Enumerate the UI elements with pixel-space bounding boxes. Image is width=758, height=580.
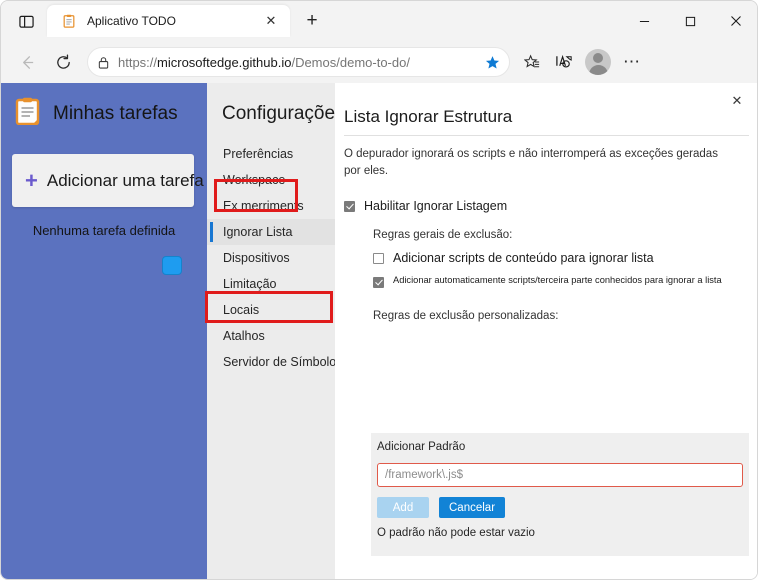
settings-title: Configurações (222, 103, 345, 124)
reload-icon[interactable] (47, 46, 79, 78)
sidebar-item-label: Ignorar Lista (223, 225, 293, 239)
sidebar-item-servidor-de-simbolos[interactable]: Servidor de Símbolos (207, 349, 343, 375)
pattern-input[interactable]: /framework\.js$ (377, 463, 743, 487)
ellipsis-icon[interactable]: ⋯ (616, 46, 648, 78)
sidebar-item-workspace[interactable]: Workspace (207, 167, 335, 193)
toolbar-actions: ⋯ (516, 46, 648, 78)
sidebar-item-label: Locais (223, 303, 260, 317)
rule-third-party-row[interactable]: Adicionar automaticamente scripts/tercei… (335, 274, 757, 288)
add-task-button[interactable]: + Adicionar uma tarefa (12, 154, 204, 207)
settings-sidebar: Configurações Preferências Workspace Ex … (207, 83, 345, 579)
browser-tab[interactable]: Aplicativo TODO ✕ (47, 5, 290, 37)
browser-essentials-glyph (555, 54, 572, 68)
maximize-icon (685, 16, 695, 26)
sidebar-item-ignorar-lista[interactable]: Ignorar Lista (207, 219, 335, 245)
tab-search-glyph (18, 15, 34, 28)
minimize-button[interactable] (621, 3, 667, 39)
sidebar-item-label: Dispositivos (223, 251, 290, 265)
enable-ignore-list-row[interactable]: Habilitar Ignorar Listagem (335, 198, 757, 213)
sidebar-item-atalhos[interactable]: Atalhos (207, 323, 335, 349)
error-message: O padrão não pode estar vazio (377, 527, 535, 539)
star-filled-icon[interactable] (475, 55, 509, 70)
sidebar-item-preferencias[interactable]: Preferências (207, 141, 335, 167)
clipboard-icon (15, 97, 41, 130)
reload-glyph (56, 53, 70, 69)
checkbox-content-scripts[interactable] (373, 252, 384, 264)
url-scheme: https:// (118, 54, 158, 70)
star-filled-glyph (485, 55, 499, 68)
sidebar-item-dispositivos[interactable]: Dispositivos (207, 245, 335, 271)
lock-icon[interactable] (88, 56, 118, 69)
add-pattern-label: Adicionar Padrão (377, 441, 466, 453)
tab-title: Aplicativo TODO (87, 14, 176, 28)
sidebar-item-label: Servidor de Símbolos (223, 355, 343, 369)
clipboard-favicon-glyph (63, 14, 75, 28)
sidebar-item-experiments[interactable]: Ex merriments (207, 193, 335, 219)
browser-window: Aplicativo TODO ✕ + https://microsoftedg… (0, 0, 758, 580)
close-window-button[interactable] (713, 3, 757, 39)
plus-icon: + (25, 167, 38, 193)
page-content: Minhas tarefas + Adicionar uma tarefa Ne… (1, 83, 757, 579)
checkbox-label: Adicionar automaticamente scripts/tercei… (393, 274, 722, 285)
general-rules-label: Regras gerais de exclusão: (373, 228, 513, 241)
custom-rules-label: Regras de exclusão personalizadas: (373, 309, 559, 322)
add-button[interactable]: Add (377, 497, 429, 518)
address-bar[interactable]: https://microsoftedge.github.io/Demos/de… (87, 47, 510, 77)
empty-state-message: Nenhuma tarefa definida (32, 223, 176, 238)
add-task-label: Adicionar uma tarefa (46, 170, 204, 190)
checkbox-third-party-scripts[interactable] (373, 276, 384, 288)
checkbox-label: Adicionar scripts de conteúdo para ignor… (393, 250, 654, 265)
todo-header: Minhas tarefas (15, 97, 207, 130)
sidebar-item-limitacao[interactable]: Limitação (207, 271, 335, 297)
rule-content-scripts-row[interactable]: Adicionar scripts de conteúdo para ignor… (335, 250, 757, 265)
url-host: microsoftedge.github.io (157, 54, 292, 70)
sidebar-item-label: Workspace (223, 173, 286, 187)
sidebar-item-locais[interactable]: Locais (207, 297, 335, 323)
browser-essentials-icon[interactable] (548, 46, 580, 78)
tab-strip: Aplicativo TODO ✕ + (1, 1, 757, 41)
maximize-button[interactable] (667, 3, 713, 39)
favorites-list-glyph (523, 54, 539, 68)
clipboard-glyph (15, 97, 40, 126)
window-controls (621, 1, 757, 41)
sidebar-item-label: Atalhos (223, 329, 265, 343)
url-text: https://microsoftedge.github.io/Demos/de… (118, 55, 475, 70)
profile-avatar[interactable] (585, 49, 611, 75)
tab-search-icon[interactable] (11, 6, 41, 36)
favorites-list-icon[interactable] (516, 46, 548, 78)
clipboard-favicon (61, 13, 77, 29)
new-tab-button[interactable]: + (298, 7, 326, 35)
todo-app-title: Minhas tarefas (53, 102, 178, 124)
pattern-input-placeholder: /framework\.js$ (385, 469, 463, 481)
panel-description: O depurador ignorará os scripts e não in… (344, 148, 718, 178)
browser-toolbar: https://microsoftedge.github.io/Demos/de… (1, 41, 757, 83)
lock-glyph (98, 56, 108, 69)
page-title: Lista Ignorar Estrutura (344, 107, 513, 126)
checkbox-label: Habilitar Ignorar Listagem (364, 198, 508, 213)
add-pattern-panel: Adicionar Padrão /framework\.js$ Add Can… (371, 433, 749, 556)
checkbox-enable-ignore-list[interactable] (344, 200, 355, 212)
pattern-buttons: Add Cancelar (377, 497, 749, 518)
todo-app-pane: Minhas tarefas + Adicionar uma tarefa Ne… (1, 83, 207, 579)
cancel-button[interactable]: Cancelar (439, 497, 506, 518)
back-arrow-glyph (22, 55, 33, 69)
cursor-highlight-chip (162, 256, 182, 275)
close-icon (731, 16, 741, 26)
sidebar-item-label: Limitação (223, 277, 277, 291)
url-path: /Demos/demo-to-do/ (291, 54, 410, 70)
minimize-icon (639, 20, 649, 22)
close-icon[interactable]: ✕ (725, 90, 749, 112)
tab-close-icon[interactable]: ✕ (260, 10, 282, 32)
sidebar-item-label: Ex merriments (223, 199, 304, 213)
back-arrow-icon[interactable] (11, 46, 43, 78)
sidebar-item-label: Preferências (223, 147, 294, 161)
settings-nav-list: Preferências Workspace Ex merriments Ign… (207, 141, 343, 375)
